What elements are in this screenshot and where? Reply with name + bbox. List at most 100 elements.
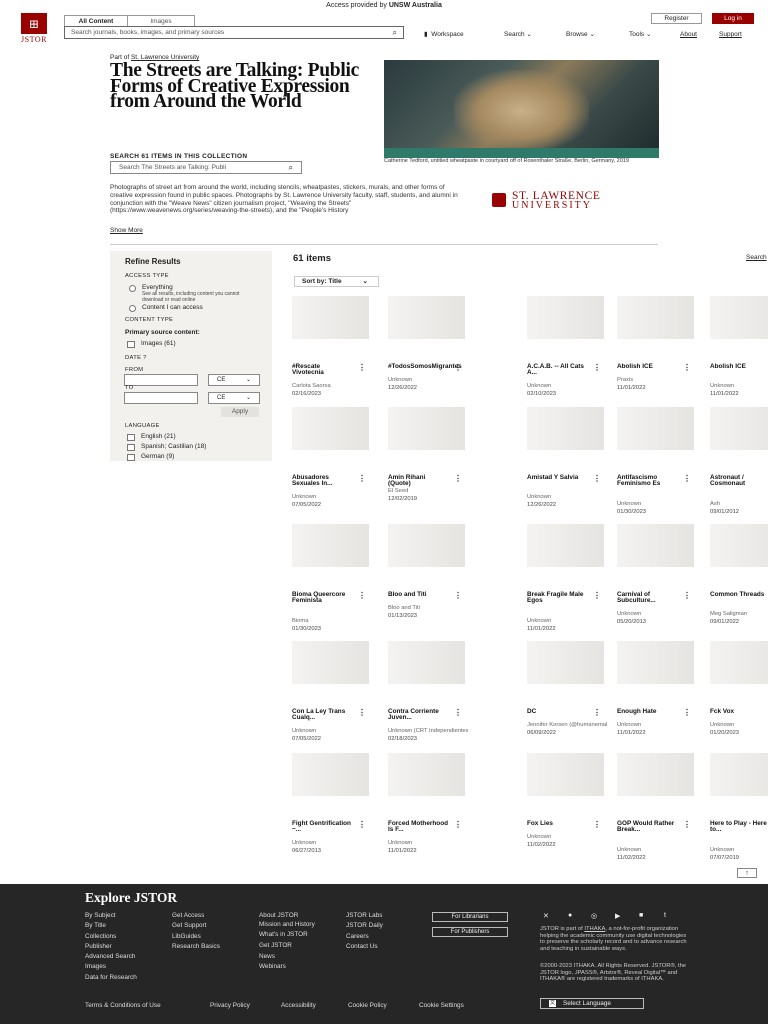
result-thumbnail[interactable] (710, 524, 768, 567)
footer-link[interactable]: Data for Research (85, 973, 137, 983)
footer-link[interactable]: Publisher (85, 942, 137, 952)
to-era-select[interactable]: CE ⌄ (208, 392, 260, 404)
result-title[interactable]: Break Fragile Male Egos (527, 591, 587, 605)
from-year-input[interactable] (124, 374, 198, 386)
result-card[interactable]: A.C.A.B. -- All Cats A... ⋮ Unknown 02/10/2… (527, 296, 607, 397)
jstor-logo[interactable]: ⊞ JSTOR (14, 13, 54, 44)
result-card[interactable]: Fox Lies ⋮ Unknown 11/02/2022 (527, 753, 607, 848)
footer-link[interactable]: Get JSTOR (259, 941, 329, 951)
result-title[interactable]: Bioma Queercore Feminista (292, 591, 352, 605)
more-options-icon[interactable]: ⋮ (358, 474, 366, 483)
footer-link[interactable]: News (259, 952, 329, 962)
result-title[interactable]: A.C.A.B. -- All Cats A... (527, 363, 587, 377)
more-options-icon[interactable]: ⋮ (454, 363, 462, 372)
result-title[interactable]: Antifascismo Feminismo Es (617, 474, 677, 488)
result-thumbnail[interactable] (617, 407, 694, 450)
checkbox-spanish[interactable] (127, 444, 135, 451)
footer-link[interactable]: Research Basics (172, 942, 220, 952)
result-card[interactable]: Bioma Queercore Feminista ⋮ Bioma 01/30/202… (292, 524, 372, 632)
result-title[interactable]: DC (527, 708, 587, 715)
result-card[interactable]: Abusadores Sexuales In... ⋮ Unknown 07/05/2… (292, 407, 372, 508)
result-title[interactable]: Contra Corriente Juven... (388, 708, 448, 722)
result-thumbnail[interactable] (527, 524, 604, 567)
footer-privacy-link[interactable]: Privacy Policy (210, 1002, 250, 1009)
nav-search[interactable]: Search ⌄ (504, 30, 532, 40)
result-title[interactable]: Common Threads (710, 591, 768, 598)
ithaka-link[interactable]: ITHAKA (584, 926, 605, 932)
nav-support[interactable]: Support (719, 30, 742, 40)
result-card[interactable]: Fight Gentrification ~... ⋮ Unknown 06/27/2… (292, 753, 372, 854)
result-card[interactable]: #Rescate Vivotecnia ⋮ Carlota Saorsa 02/16/… (292, 296, 372, 397)
main-search-input[interactable]: Search journals, books, images, and prim… (64, 26, 404, 39)
result-thumbnail[interactable] (292, 641, 369, 684)
checkbox-english[interactable] (127, 434, 135, 441)
more-options-icon[interactable]: ⋮ (454, 474, 462, 483)
more-options-icon[interactable]: ⋮ (358, 591, 366, 600)
more-options-icon[interactable]: ⋮ (593, 474, 601, 483)
result-thumbnail[interactable] (388, 641, 465, 684)
result-title[interactable]: Here to Play - Here to... (710, 820, 768, 834)
more-options-icon[interactable]: ⋮ (683, 591, 691, 600)
footer-link[interactable]: Contact Us (346, 942, 383, 952)
result-thumbnail[interactable] (617, 641, 694, 684)
radio-content-access[interactable] (129, 305, 136, 312)
result-thumbnail[interactable] (617, 753, 694, 796)
result-thumbnail[interactable] (617, 296, 694, 339)
result-card[interactable]: #TodosSomosMigrantes ⋮ Unknown 12/26/2022 (388, 296, 468, 391)
result-card[interactable]: Here to Play - Here to...⋮Unknown07/07/2… (710, 753, 768, 861)
tumblr-icon[interactable]: t (664, 912, 666, 919)
result-title[interactable]: GOP Would Rather Break... (617, 820, 677, 834)
result-title[interactable]: Abolish ICE (710, 363, 768, 370)
result-thumbnail[interactable] (710, 753, 768, 796)
result-thumbnail[interactable] (710, 296, 768, 339)
result-title[interactable]: Enough Hate (617, 708, 677, 715)
result-title[interactable]: Abolish ICE (617, 363, 677, 370)
result-thumbnail[interactable] (388, 296, 465, 339)
more-options-icon[interactable]: ⋮ (593, 820, 601, 829)
footer-terms-link[interactable]: Terms & Conditions of Use (85, 1002, 161, 1009)
help-icon[interactable]: ? (143, 355, 147, 361)
footer-cookie-settings-link[interactable]: Cookie Settings (419, 1002, 464, 1009)
result-card[interactable]: Forced Motherhood Is F... ⋮ Unknown 11/01/2… (388, 753, 468, 854)
search-within-link[interactable]: Search (746, 254, 767, 261)
facebook-icon[interactable]: ● (568, 912, 572, 919)
result-thumbnail[interactable] (292, 407, 369, 450)
more-options-icon[interactable]: ⋮ (593, 708, 601, 717)
more-options-icon[interactable]: ⋮ (683, 474, 691, 483)
more-options-icon[interactable]: ⋮ (593, 591, 601, 600)
st-lawrence-logo[interactable]: ST. LAWRENCE UNIVERSITY (484, 190, 652, 211)
result-thumbnail[interactable] (388, 407, 465, 450)
result-card[interactable]: Common Threads⋮Meg Saligman09/01/2022 (710, 524, 768, 625)
result-thumbnail[interactable] (617, 524, 694, 567)
nav-tools[interactable]: Tools ⌄ (629, 30, 651, 40)
result-card[interactable]: Astronaut / Cosmonaut⋮Ash09/01/2012 (710, 407, 768, 515)
result-title[interactable]: Fck Vox (710, 708, 768, 715)
more-options-icon[interactable]: ⋮ (358, 363, 366, 372)
result-title[interactable]: Amistad Y Salvia (527, 474, 587, 481)
more-options-icon[interactable]: ⋮ (454, 820, 462, 829)
result-card[interactable]: DC ⋮ Jennifer Korsen (@humanemakeart) 06/09… (527, 641, 607, 736)
more-options-icon[interactable]: ⋮ (683, 363, 691, 372)
footer-link[interactable]: Get Access (172, 911, 220, 921)
collection-search-input[interactable]: Search The Streets are Talking: Publi ⌕ (110, 161, 302, 174)
result-title[interactable]: Astronaut / Cosmonaut (710, 474, 768, 488)
footer-link[interactable]: By Title (85, 921, 137, 931)
more-options-icon[interactable]: ⋮ (358, 708, 366, 717)
result-thumbnail[interactable] (710, 641, 768, 684)
result-thumbnail[interactable] (292, 524, 369, 567)
result-card[interactable]: Break Fragile Male Egos ⋮ Unknown 11/01/202… (527, 524, 607, 632)
result-thumbnail[interactable] (527, 407, 604, 450)
result-thumbnail[interactable] (527, 296, 604, 339)
result-title[interactable]: Carnival of Subculture... (617, 591, 677, 605)
result-title[interactable]: #Rescate Vivotecnia (292, 363, 352, 377)
to-year-input[interactable] (124, 392, 198, 404)
result-card[interactable]: Con La Ley Trans Cualq... ⋮ Unknown 07/05/2… (292, 641, 372, 742)
footer-link[interactable]: What's in JSTOR (259, 931, 319, 939)
result-title[interactable]: Con La Ley Trans Cualq... (292, 708, 352, 722)
result-card[interactable]: Amistad Y Salvia ⋮ Unknown 12/26/2022 (527, 407, 607, 508)
result-title[interactable]: Abusadores Sexuales In... (292, 474, 352, 488)
result-card[interactable]: Amin Rihani (Quote) ⋮ El Seed 12/02/2019 (388, 407, 468, 502)
result-card[interactable]: Abolish ICE⋮Unknown11/01/2022 (710, 296, 768, 397)
nav-about[interactable]: About (680, 30, 697, 40)
result-thumbnail[interactable] (388, 524, 465, 567)
